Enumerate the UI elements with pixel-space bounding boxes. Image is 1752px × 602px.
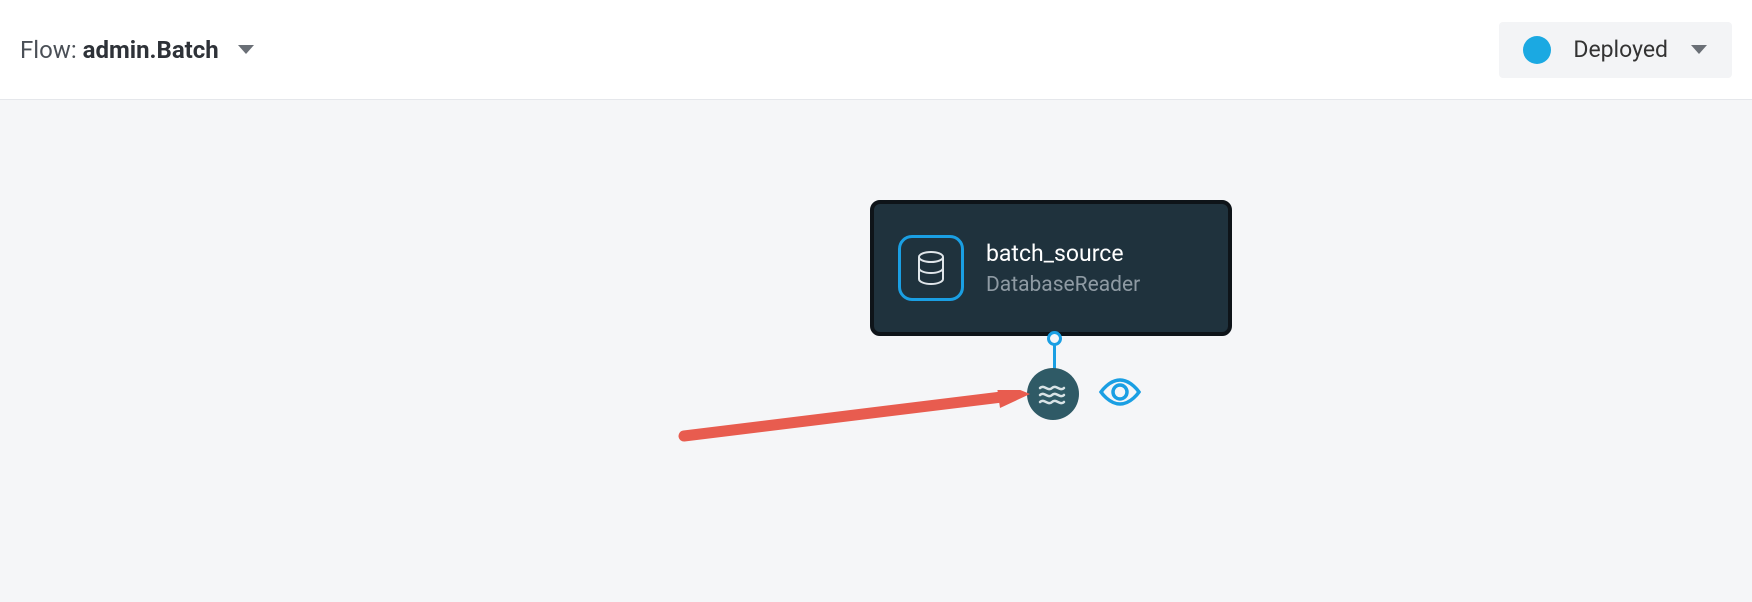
node-title: batch_source [986,240,1140,267]
node-subtitle: DatabaseReader [986,273,1140,297]
connector-port-icon [1047,331,1062,346]
wave-icon [1038,383,1068,405]
arrow-annotation-icon [670,390,1040,450]
node-text: batch_source DatabaseReader [986,240,1140,297]
flow-label: Flow: admin.Batch [20,36,219,64]
flow-canvas[interactable]: batch_source DatabaseReader [0,100,1752,602]
flow-node-batch-source[interactable]: batch_source DatabaseReader [870,200,1232,336]
status-label: Deployed [1573,36,1668,63]
chevron-down-icon [1690,44,1708,56]
deploy-status-selector[interactable]: Deployed [1499,22,1732,78]
chevron-down-icon [237,44,255,56]
flow-selector[interactable]: Flow: admin.Batch [20,36,255,64]
header-bar: Flow: admin.Batch Deployed [0,0,1752,100]
status-indicator-icon [1523,36,1551,64]
stream-node[interactable] [1027,368,1079,420]
preview-button[interactable] [1097,376,1143,412]
database-icon [898,235,964,301]
eye-icon [1097,376,1143,408]
